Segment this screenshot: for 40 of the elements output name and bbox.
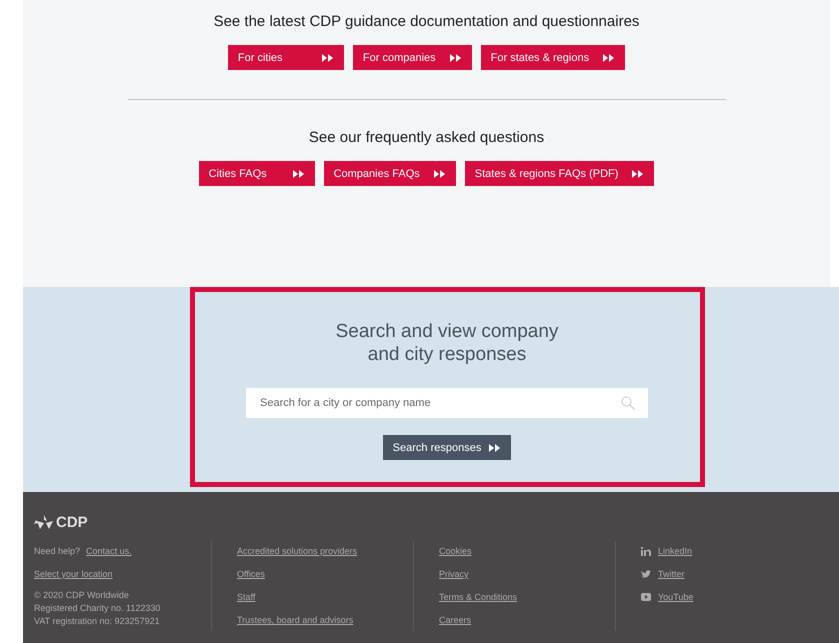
linkedin-icon xyxy=(641,546,651,556)
section-heading: See the latest CDP guidance documentation and questionnaires xyxy=(214,13,640,30)
faq-button[interactable]: Cities FAQs xyxy=(198,161,315,186)
double-arrow-icon xyxy=(489,444,502,452)
play-icon xyxy=(641,593,651,601)
double-arrow-icon xyxy=(632,170,644,178)
double-arrow-icon xyxy=(434,170,446,178)
footer-link[interactable]: Cookies xyxy=(439,546,472,556)
guidance-button[interactable]: For cities xyxy=(228,45,344,70)
search-icon xyxy=(621,396,635,410)
legal-text: © 2020 CDP Worldwide xyxy=(34,590,130,600)
legal-text: VAT registration no: 923257921 xyxy=(34,616,161,626)
social-link[interactable]: LinkedIn xyxy=(658,546,692,556)
guidance-button[interactable]: For states & regions xyxy=(480,45,626,70)
search-field[interactable]: Search for a city or company name xyxy=(246,388,648,418)
search-button[interactable]: Search responses xyxy=(382,435,512,460)
double-arrow-icon xyxy=(292,170,305,178)
faq-button[interactable]: Companies FAQs xyxy=(324,161,456,186)
footer-link[interactable]: Careers xyxy=(439,615,472,625)
guidance-button[interactable]: For companies xyxy=(352,45,472,70)
double-arrow-icon xyxy=(603,54,616,62)
footer-link[interactable]: Terms & Conditions xyxy=(439,592,518,602)
location-link[interactable]: Select your location xyxy=(34,569,113,579)
double-arrow-icon xyxy=(322,54,334,62)
bird-icon xyxy=(641,570,651,578)
footer-link[interactable]: Staff xyxy=(237,592,256,602)
cdp-logo: CDP xyxy=(34,514,88,531)
search-title: Search and view company and city responses xyxy=(336,320,558,366)
section-heading: See our frequently asked questions xyxy=(308,129,544,146)
footer-link[interactable]: Accredited solutions providers xyxy=(237,546,358,556)
footer-link[interactable]: Offices xyxy=(237,569,265,579)
double-arrow-icon xyxy=(450,54,462,62)
help-text: Need help? xyxy=(34,546,80,556)
faq-button[interactable]: States & regions FAQs (PDF) xyxy=(464,161,654,186)
legal-text: Registered Charity no. 1122330 xyxy=(34,603,162,613)
footer-link[interactable]: Trustees, board and advisors xyxy=(237,615,354,625)
social-link[interactable]: YouTube xyxy=(658,592,694,602)
contact-link[interactable]: Contact us. xyxy=(86,546,132,556)
footer-link[interactable]: Privacy xyxy=(439,569,469,579)
social-link[interactable]: Twitter xyxy=(658,569,685,579)
